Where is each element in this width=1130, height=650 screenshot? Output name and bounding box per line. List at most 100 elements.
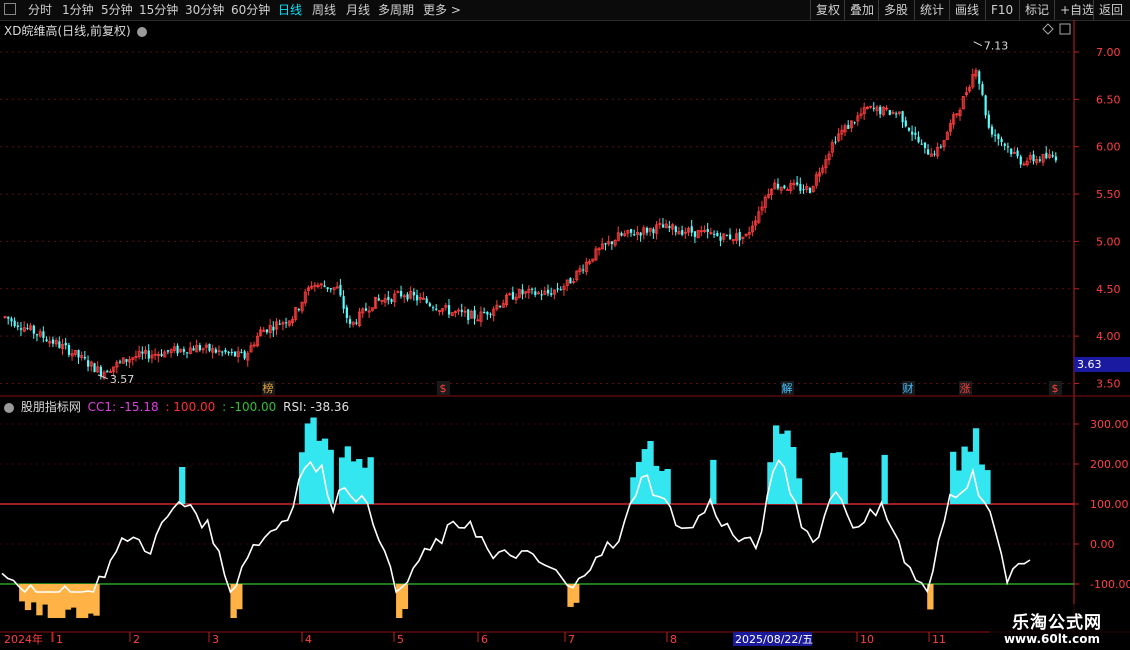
price-tick-label: 3.50 xyxy=(1096,377,1121,390)
candle-body-down xyxy=(1045,152,1048,159)
candle-body-down xyxy=(674,226,677,233)
candle-body-down xyxy=(243,351,246,359)
candle-body-down xyxy=(1032,154,1035,162)
event-marker: $ xyxy=(1052,382,1059,395)
candle-body-down xyxy=(83,356,87,359)
watermark-url: www.60lt.com xyxy=(1003,632,1100,646)
overbought-fill xyxy=(795,478,803,504)
candle-body-down xyxy=(1051,155,1054,157)
candle-body-down xyxy=(428,303,431,306)
candle-body-down xyxy=(521,289,524,295)
candle-body-down xyxy=(208,343,211,351)
candle-body-down xyxy=(342,296,345,309)
candle-body-down xyxy=(834,141,837,143)
price-tick-label: 4.00 xyxy=(1096,330,1121,343)
candle-body-down xyxy=(901,111,904,123)
candle-body-down xyxy=(64,342,67,346)
candle-body-down xyxy=(546,289,550,294)
candle-body-down xyxy=(923,142,927,149)
candle-body-down xyxy=(141,351,144,354)
year-label: 2024年 xyxy=(4,632,43,646)
candle-body-down xyxy=(706,229,709,233)
candle-body-down xyxy=(51,339,55,344)
ind-tick-label: 0.00 xyxy=(1090,538,1115,551)
candle-body-down xyxy=(719,236,722,241)
month-label: 7 xyxy=(568,633,575,646)
low-price-label: 3.57 xyxy=(110,373,134,386)
candle-body-down xyxy=(364,308,368,311)
price-tick-label: 6.00 xyxy=(1096,141,1121,154)
oversold-fill xyxy=(401,584,409,610)
candle-body-down xyxy=(198,345,202,351)
candle-body-down xyxy=(224,349,227,353)
candle-body-down xyxy=(265,329,269,333)
candle-body-down xyxy=(978,71,981,84)
candle-body-down xyxy=(489,313,492,315)
candle-body-down xyxy=(738,232,741,241)
overbought-fill xyxy=(653,465,660,504)
candle-body-down xyxy=(853,122,856,124)
cc1-value: CC1: -15.18 xyxy=(87,400,159,414)
candle-body-down xyxy=(348,319,352,324)
candle-body-down xyxy=(45,339,48,342)
candle-body-down xyxy=(387,296,390,301)
candle-body-down xyxy=(939,146,943,148)
circle-icon[interactable] xyxy=(4,402,14,413)
candle-body-down xyxy=(10,318,13,322)
candle-body-down xyxy=(192,348,195,351)
oversold-fill xyxy=(87,584,94,614)
candle-body-down xyxy=(802,189,805,191)
candle-body-down xyxy=(166,350,170,352)
candle-body-down xyxy=(645,227,649,233)
candle-body-down xyxy=(93,363,96,373)
candle-body-down xyxy=(1038,159,1042,161)
oversold-fill xyxy=(70,584,77,608)
overbought-fill xyxy=(710,459,717,504)
candle-body-down xyxy=(668,225,671,228)
candle-body-down xyxy=(425,298,428,303)
overbought-fill xyxy=(961,446,968,504)
candle-body-down xyxy=(994,134,997,136)
event-marker: 涨 xyxy=(960,382,971,395)
overbought-fill xyxy=(955,470,963,504)
candle-body-down xyxy=(729,234,732,240)
overbought-fill xyxy=(361,467,369,504)
indicator-name: 股朋指标网 xyxy=(20,400,81,414)
candle-body-down xyxy=(329,288,332,290)
kline-chart[interactable]: 7.00 6.50 6.00 5.50 5.00 4.50 4.00 3.50 7.13 3.57… xyxy=(0,0,1130,650)
candle-body-down xyxy=(118,361,122,363)
watermark-title: 乐淘公式网 xyxy=(1012,613,1102,633)
candle-body-down xyxy=(681,230,684,235)
chart-title: XD皖维高(日线,前复权) xyxy=(4,22,148,39)
candle-body-down xyxy=(630,229,633,233)
candle-body-down xyxy=(7,316,10,319)
candle-body-down xyxy=(582,269,585,271)
candle-body-down xyxy=(540,294,543,296)
candle-body-down xyxy=(35,334,39,336)
panel-icon xyxy=(1059,23,1071,35)
candle-body-down xyxy=(147,350,150,359)
price-tick-label: 5.00 xyxy=(1096,235,1121,248)
indicator-title: 股朋指标网 CC1: -15.18 : 100.00 : -100.00 RSI… xyxy=(4,398,349,415)
overbought-fill xyxy=(984,470,991,504)
candle-body-down xyxy=(604,243,607,245)
candle-body-down xyxy=(808,188,812,194)
candle-body-down xyxy=(907,127,911,131)
oversold-fill xyxy=(236,584,243,610)
candle-body-down xyxy=(499,305,502,307)
circle-icon[interactable] xyxy=(137,26,148,37)
price-tick-label: 4.50 xyxy=(1096,283,1121,296)
event-marker: 榜 xyxy=(263,381,274,395)
candle-body-down xyxy=(297,309,301,311)
candle-body-down xyxy=(486,311,489,315)
oversold-fill xyxy=(81,584,89,618)
month-label: 3 xyxy=(212,633,219,646)
candle-body-down xyxy=(569,278,572,284)
candle-body-down xyxy=(534,291,537,295)
candle-body-down xyxy=(799,184,802,191)
rsi-line xyxy=(1,458,1031,594)
candle-body-down xyxy=(1019,156,1022,165)
current-price-tag-text: 3.63 xyxy=(1077,358,1102,371)
high-pointer xyxy=(973,41,982,47)
candle-body-down xyxy=(1003,143,1006,146)
